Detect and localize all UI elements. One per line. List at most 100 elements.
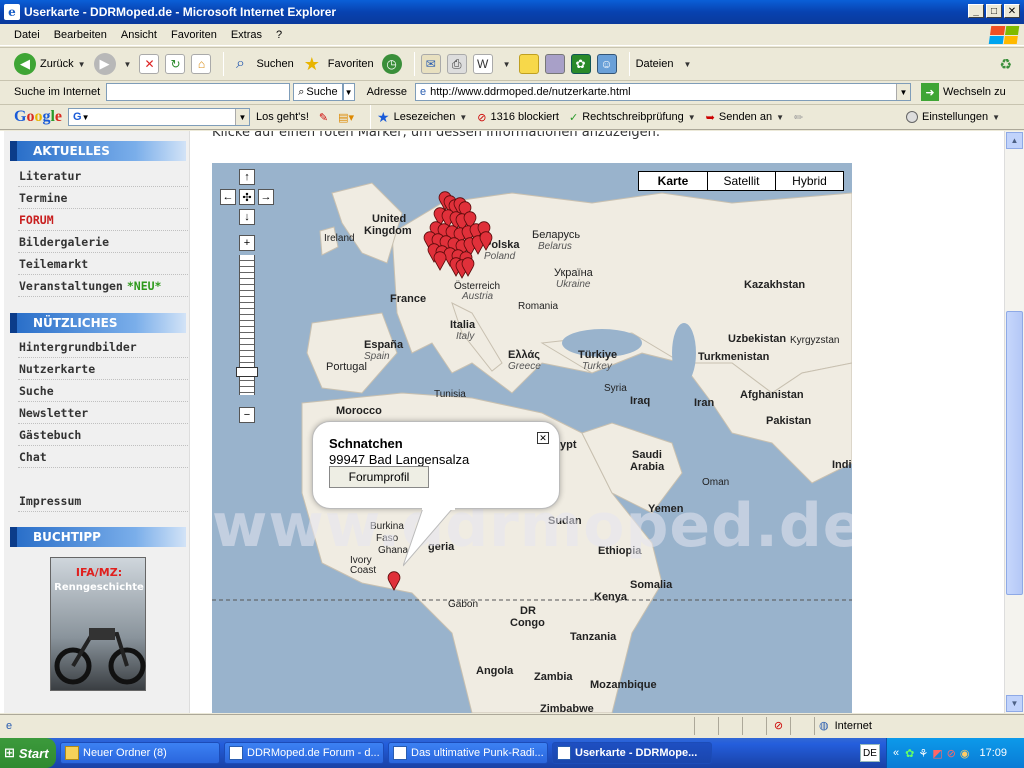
nav-hintergrundbilder[interactable]: Hintergrundbilder <box>18 336 188 358</box>
vertical-scrollbar[interactable]: ▲ ▼ <box>1004 131 1024 713</box>
address-field[interactable]: e http://www.ddrmoped.de/nutzerkarte.htm… <box>414 83 911 101</box>
back-button[interactable]: ◀ Zurück ▼ <box>14 53 86 75</box>
history-icon[interactable]: ◷ <box>381 54 402 74</box>
nav-forum[interactable]: FORUM <box>18 209 188 231</box>
tray-icq-icon[interactable]: ✿ <box>905 747 914 760</box>
task-folder[interactable]: Neuer Ordner (8) <box>60 742 220 764</box>
search-label: Suchen <box>256 58 294 70</box>
edit-icon[interactable]: W <box>472 54 493 74</box>
note-icon[interactable] <box>518 54 539 74</box>
address-dropdown-icon[interactable]: ▼ <box>895 84 910 100</box>
blocked-label: 1316 blockiert <box>490 111 560 123</box>
home-icon[interactable]: ⌂ <box>191 54 212 74</box>
tray-update-icon[interactable]: ◉ <box>960 747 970 760</box>
messenger-icon[interactable]: ☺ <box>596 54 617 74</box>
internet-search-button[interactable]: ⌕ Suche <box>293 83 343 101</box>
nav-chat[interactable]: Chat <box>18 446 188 468</box>
internet-search-input[interactable] <box>106 83 291 101</box>
google-dropdown-icon[interactable]: ▼ <box>235 109 250 125</box>
nav-veranstaltungen[interactable]: Veranstaltungen *NEU* <box>18 275 188 297</box>
nav-newsletter[interactable]: Newsletter <box>18 402 188 424</box>
maximize-button[interactable]: □ <box>986 4 1002 18</box>
search-dropdown-button[interactable]: ▼ <box>342 83 355 101</box>
nav-bildergalerie[interactable]: Bildergalerie <box>18 231 188 253</box>
print-icon[interactable]: ⎙ <box>446 54 467 74</box>
popup-blocker-button[interactable]: ⊘ 1316 blockiert <box>477 111 559 124</box>
menu-bearbeiten[interactable]: Bearbeiten <box>54 29 107 41</box>
task-label: Neuer Ordner (8) <box>83 747 167 759</box>
pencil-icon[interactable]: ✏ <box>794 111 803 124</box>
popup-tail <box>403 508 455 567</box>
research-icon[interactable] <box>544 54 565 74</box>
user-map[interactable]: Karte Satellit Hybrid ↑ ← ✣ → ↓ + − Unit… <box>212 163 852 713</box>
google-logo: Google <box>14 108 63 125</box>
files-button[interactable]: Dateien ▼ <box>636 58 692 70</box>
go-arrow-icon: ➜ <box>920 83 939 101</box>
section-nuetzliches: NÜTZLICHES <box>10 313 186 333</box>
nav-teilemarkt[interactable]: Teilemarkt <box>18 253 188 275</box>
forum-profile-button[interactable]: Forumprofil <box>329 466 429 488</box>
task-label: Das ultimative Punk-Radi... <box>411 747 544 759</box>
go-button[interactable]: ➜ Wechseln zu <box>920 83 1006 101</box>
send-to-button[interactable]: ➥ Senden an ▼ <box>706 111 784 124</box>
task-userkarte[interactable]: Userkarte - DDRMope... <box>552 742 712 764</box>
menu-favoriten[interactable]: Favoriten <box>171 29 217 41</box>
refresh-icon[interactable]: ↻ <box>165 54 186 74</box>
ie-page-icon <box>229 746 243 760</box>
start-button[interactable]: ⊞ Start <box>0 738 56 768</box>
mail-icon[interactable]: ✉ <box>420 54 441 74</box>
stop-icon[interactable]: ✕ <box>139 54 160 74</box>
spellcheck-button[interactable]: ✓ Rechtschreibprüfung ▼ <box>569 111 696 124</box>
scroll-thumb[interactable] <box>1006 311 1023 595</box>
menu-datei[interactable]: Datei <box>14 29 40 41</box>
task-radio[interactable]: Das ultimative Punk-Radi... <box>388 742 548 764</box>
user-marker[interactable] <box>387 571 401 591</box>
bookmarks-button[interactable]: ★ Lesezeichen ▼ <box>377 109 467 126</box>
task-forum[interactable]: DDRMoped.de Forum - d... <box>224 742 384 764</box>
forward-button[interactable]: ▶ ▼ <box>93 53 131 75</box>
language-indicator[interactable]: DE <box>860 744 880 762</box>
toolbar-grip-icon: ♻ <box>999 56 1012 72</box>
menu-extras[interactable]: Extras <box>231 29 262 41</box>
settings-button[interactable]: Einstellungen ▼ <box>906 111 1000 123</box>
nav-impressum[interactable]: Impressum <box>18 490 188 512</box>
page-content: AKTUELLES Literatur Termine FORUM Bilder… <box>0 131 1004 713</box>
settings-circle-icon <box>906 111 919 123</box>
nav-nutzerkarte[interactable]: Nutzerkarte <box>18 358 188 380</box>
menu-help[interactable]: ? <box>276 29 282 41</box>
motorcycle-icon <box>54 628 146 685</box>
tray-network-icon[interactable]: ⚘ <box>918 747 928 760</box>
tray-antivirus-icon[interactable]: ◩ <box>932 747 942 760</box>
search-button[interactable]: ⌕ Suchen <box>230 54 294 74</box>
icq-icon[interactable]: ✿ <box>570 54 591 74</box>
nav-literatur[interactable]: Literatur <box>18 165 188 187</box>
nav-termine[interactable]: Termine <box>18 187 188 209</box>
windows-logo-icon <box>988 26 1020 44</box>
google-search-input[interactable]: G ▼ ▼ <box>68 108 251 126</box>
menu-ansicht[interactable]: Ansicht <box>121 29 157 41</box>
popup-close-icon[interactable]: ✕ <box>537 432 549 444</box>
book-cover-image[interactable]: IFA/MZ: Renngeschichte <box>50 557 146 691</box>
nav-gaestebuch[interactable]: Gästebuch <box>18 424 188 446</box>
send-label: Senden an <box>718 111 773 123</box>
tray-expand-icon[interactable]: « <box>893 747 899 759</box>
pagerank-icon[interactable]: ✎ <box>319 111 328 124</box>
map-hint-text: Klicke auf einen roten Marker, um dessen… <box>212 131 661 140</box>
minimize-button[interactable]: _ <box>968 4 984 18</box>
close-button[interactable]: ✕ <box>1004 4 1020 18</box>
nav-nuetzliches: Hintergrundbilder Nutzerkarte Suche News… <box>18 336 188 512</box>
popup-blocked-icon[interactable]: ⊘ <box>766 716 790 735</box>
user-marker[interactable] <box>433 251 447 271</box>
favorites-button[interactable]: ★ Favoriten <box>302 54 374 74</box>
forward-arrow-icon: ▶ <box>93 53 116 75</box>
tray-shield-icon[interactable]: ⊘ <box>947 747 956 760</box>
scroll-up-icon[interactable]: ▲ <box>1006 132 1023 149</box>
scroll-down-icon[interactable]: ▼ <box>1006 695 1023 712</box>
address-url: http://www.ddrmoped.de/nutzerkarte.html <box>430 86 631 98</box>
google-toolbar: Google G ▼ ▼ Los geht's! ✎ ▤▾ ★ Lesezeich… <box>0 104 1024 130</box>
highlight-icon[interactable]: ▤▾ <box>338 111 354 124</box>
nav-suche[interactable]: Suche <box>18 380 188 402</box>
google-go-button[interactable]: Los geht's! <box>256 111 309 123</box>
info-popup: Schnatchen 99947 Bad Langensalza Forumpr… <box>312 421 560 567</box>
address-label: Adresse <box>366 86 407 98</box>
